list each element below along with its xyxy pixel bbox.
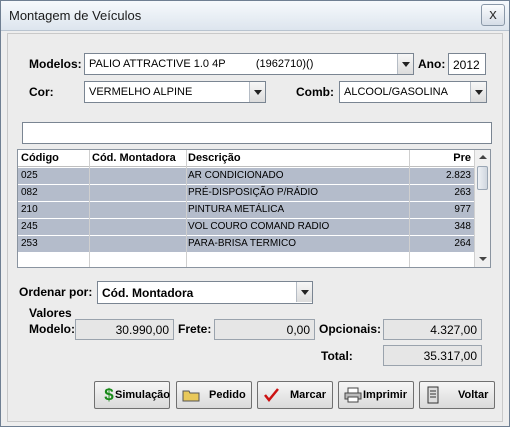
scrollbar-thumb[interactable]	[477, 166, 488, 190]
modelos-label: Modelos:	[29, 57, 82, 71]
cell-preco: 977	[454, 204, 471, 215]
modelo-select[interactable]: PALIO ATTRACTIVE 1.0 4P (1962710)()	[84, 53, 414, 75]
cell-preco: 348	[454, 221, 471, 232]
folder-icon	[182, 386, 200, 404]
modelo-value-field: 30.990,00	[75, 319, 174, 340]
title-bar: Montagem de Veículos x	[1, 1, 509, 31]
frete-label: Frete:	[178, 322, 212, 336]
table-row[interactable]: 082 PRÉ-DISPOSIÇÃO P/RÁDIO 263	[18, 185, 474, 202]
marcar-button[interactable]: Marcar	[257, 381, 333, 409]
column-header-preco[interactable]: Pre	[413, 150, 471, 167]
pedido-button-label: Pedido	[209, 389, 246, 401]
close-icon: x	[489, 6, 497, 23]
chevron-down-icon[interactable]	[249, 82, 265, 102]
comb-select-value: ALCOOL/GASOLINA	[344, 86, 448, 98]
printer-icon	[344, 386, 362, 404]
imprimir-button[interactable]: Imprimir	[338, 381, 414, 409]
column-divider	[89, 150, 90, 267]
cell-codigo: 025	[21, 170, 38, 181]
ano-field-value: 2012	[453, 58, 480, 72]
cell-montadora	[92, 185, 184, 202]
voltar-button[interactable]: Voltar	[419, 381, 495, 409]
modelo-select-value: PALIO ATTRACTIVE 1.0 4P (1962710)()	[89, 58, 314, 70]
grid-header: Código Cód. Montadora Descrição Pre	[18, 150, 474, 167]
cor-select[interactable]: VERMELHO ALPINE	[84, 81, 266, 103]
chevron-down-icon[interactable]	[397, 54, 413, 74]
cell-codigo: 210	[21, 204, 38, 215]
chevron-down-icon[interactable]	[296, 282, 312, 302]
cell-descricao: PARA-BRISA TERMICO	[188, 238, 296, 249]
column-header-montadora[interactable]: Cód. Montadora	[92, 150, 184, 167]
check-mark-icon	[263, 386, 281, 404]
table-row[interactable]: 253 PARA-BRISA TERMICO 264	[18, 236, 474, 253]
column-divider	[186, 150, 187, 267]
ano-label: Ano:	[418, 57, 446, 71]
total-field: 35.317,00	[383, 345, 482, 366]
scroll-down-icon[interactable]	[475, 251, 490, 266]
total-label: Total:	[321, 349, 353, 363]
imprimir-button-label: Imprimir	[363, 389, 408, 401]
column-divider	[409, 150, 410, 267]
opcionais-label: Opcionais:	[319, 322, 382, 336]
options-grid[interactable]: Código Cód. Montadora Descrição Pre 025 …	[17, 149, 491, 268]
sort-select[interactable]: Cód. Montadora	[97, 281, 313, 304]
cell-montadora	[92, 202, 184, 219]
cell-descricao: PRÉ-DISPOSIÇÃO P/RÁDIO	[188, 187, 319, 198]
modelo-value-label: Modelo:	[29, 322, 75, 336]
frete-field: 0,00	[214, 319, 315, 340]
column-header-descricao[interactable]: Descrição	[188, 150, 388, 167]
opcionais-field: 4.327,00	[383, 319, 482, 340]
chevron-down-icon[interactable]	[470, 82, 486, 102]
vehicle-assembly-window: Montagem de Veículos x Modelos: PALIO AT…	[0, 0, 510, 427]
cell-montadora	[92, 168, 184, 185]
cor-select-value: VERMELHO ALPINE	[89, 86, 193, 98]
ano-field[interactable]: 2012	[448, 53, 486, 75]
sort-select-value: Cód. Montadora	[102, 286, 194, 300]
cor-label: Cor:	[29, 85, 54, 99]
sort-label: Ordenar por:	[19, 285, 93, 299]
pedido-button[interactable]: Pedido	[176, 381, 252, 409]
window-title: Montagem de Veículos	[9, 8, 142, 23]
column-header-codigo[interactable]: Código	[21, 150, 87, 167]
grid-vertical-scrollbar[interactable]	[474, 150, 490, 267]
valores-section-label: Valores	[29, 306, 72, 320]
cell-preco: 2.823	[445, 170, 471, 181]
marcar-button-label: Marcar	[290, 389, 327, 401]
cell-montadora	[92, 236, 184, 253]
cell-codigo: 082	[21, 187, 38, 198]
simulacao-button-label: Simulação	[115, 389, 171, 401]
cell-montadora	[92, 219, 184, 236]
cell-codigo: 253	[21, 238, 38, 249]
cell-descricao: AR CONDICIONADO	[188, 170, 284, 181]
voltar-button-label: Voltar	[458, 389, 489, 401]
exit-door-icon	[425, 386, 443, 404]
table-row[interactable]: 025 AR CONDICIONADO 2.823	[18, 168, 474, 185]
table-row[interactable]: 245 VOL COURO COMAND RADIO 348	[18, 219, 474, 236]
cell-preco: 264	[454, 238, 471, 249]
table-row[interactable]: 210 PINTURA METÁLICA 977	[18, 202, 474, 219]
comb-label: Comb:	[296, 85, 334, 99]
cell-preco: 263	[454, 187, 471, 198]
close-button[interactable]: x	[481, 4, 505, 26]
simulacao-button[interactable]: $ Simulação	[94, 381, 170, 409]
scroll-up-icon[interactable]	[475, 150, 490, 165]
cell-descricao: VOL COURO COMAND RADIO	[188, 221, 330, 232]
cell-descricao: PINTURA METÁLICA	[188, 204, 285, 215]
filter-input[interactable]	[22, 122, 492, 144]
comb-select[interactable]: ALCOOL/GASOLINA	[339, 81, 487, 103]
cell-codigo: 245	[21, 221, 38, 232]
